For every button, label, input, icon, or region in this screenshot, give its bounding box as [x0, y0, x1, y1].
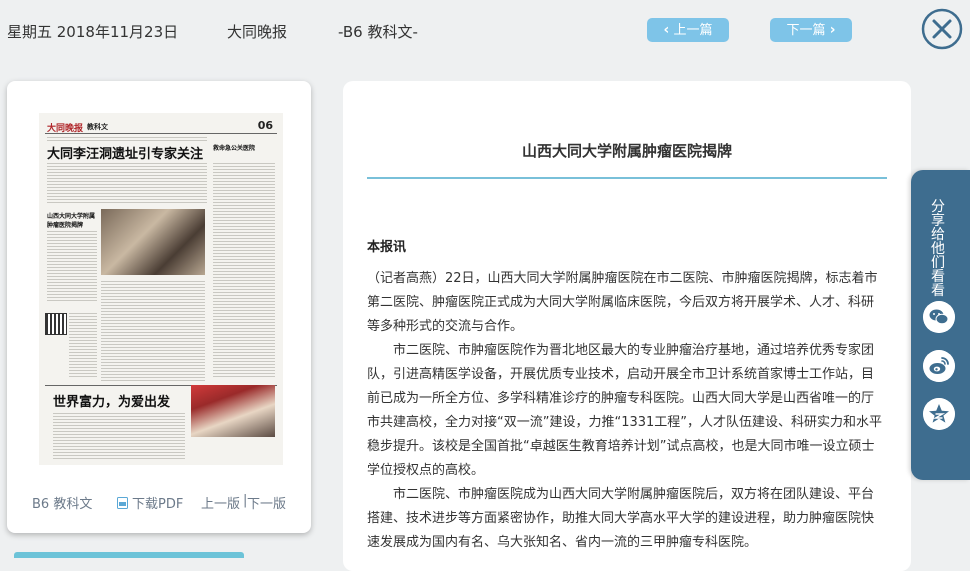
- next-page-link[interactable]: 下一版: [247, 493, 286, 512]
- thumb-text: [47, 163, 207, 203]
- next-article-button[interactable]: 下一篇 ›: [770, 18, 852, 42]
- issue-date: 星期五 2018年11月23日: [7, 23, 179, 41]
- next-article-label: 下一篇: [786, 23, 826, 38]
- article-paragraph: 市二医院、市肿瘤医院作为晋北地区最大的专业肿瘤治疗基地，通过培养优秀专家团队，引…: [367, 343, 883, 478]
- title-divider: [367, 177, 887, 179]
- thumb-text: [47, 231, 97, 303]
- thumb-section: 教科文: [87, 123, 108, 131]
- thumb-text: [53, 413, 185, 459]
- wechat-icon[interactable]: [923, 301, 955, 333]
- thumb-big-headline: 世界富力，为爱出发: [53, 395, 171, 410]
- qzone-icon[interactable]: [923, 398, 955, 430]
- article-panel: 山西大同大学附属肿瘤医院揭牌 本报讯 （记者高燕）22日，山西大同大学附属肿瘤医…: [343, 81, 911, 571]
- current-page-label: B6 教科文: [32, 497, 93, 512]
- article-paragraph: （记者高燕）22日，山西大同大学附属肿瘤医院在市二医院、市肿瘤医院揭牌，标志着市…: [367, 271, 878, 334]
- page-preview-panel: 大同晚报 教科文 06 大同李汪洞遗址引专家关注 山西大同大学附属肿瘤医院揭牌 …: [7, 81, 311, 533]
- chevron-left-icon: ‹: [663, 22, 670, 38]
- thumb-page-number: 06: [257, 119, 273, 132]
- prev-article-label: 上一篇: [673, 23, 713, 38]
- chevron-right-icon: ›: [829, 22, 836, 38]
- article-byline: 本报讯: [367, 240, 407, 255]
- page-section: -B6 教科文-: [338, 23, 418, 41]
- newspaper-name: 大同晚报: [227, 23, 288, 41]
- thumb-text: [69, 313, 97, 379]
- weibo-icon[interactable]: [923, 350, 955, 382]
- download-pdf-link[interactable]: 下载PDF: [117, 493, 183, 512]
- article-paragraph: 市二医院、市肿瘤医院成为山西大同大学附属肿瘤医院后，双方将在团队建设、平台搭建、…: [367, 487, 875, 550]
- thumb-rule: [45, 133, 277, 134]
- article-title: 山西大同大学附属肿瘤医院揭牌: [521, 142, 732, 160]
- qr-code: [45, 313, 67, 335]
- pdf-icon: [117, 497, 128, 509]
- top-bar: 星期五 2018年11月23日 大同晚报 -B6 教科文- ‹ 上一篇 下一篇 …: [0, 0, 970, 62]
- thumb-sidehead: 救命急公关医院: [213, 145, 256, 152]
- close-icon[interactable]: [921, 8, 963, 50]
- thumb-photo: [191, 385, 275, 437]
- download-pdf-label: 下载PDF: [132, 497, 184, 512]
- page-footer-links: B6 教科文 下载PDF 上一版 | 下一版: [7, 493, 311, 513]
- thumb-photo: [101, 209, 205, 275]
- bottom-thumbnail-edge: [14, 552, 244, 558]
- prev-article-button[interactable]: ‹ 上一篇: [647, 18, 729, 42]
- thumb-text: [213, 163, 275, 379]
- thumb-headline: 大同李汪洞遗址引专家关注: [47, 147, 204, 162]
- article-body: （记者高燕）22日，山西大同大学附属肿瘤医院在市二医院、市肿瘤医院揭牌，标志着市…: [367, 267, 883, 555]
- share-panel: 分享给他们看看: [911, 170, 970, 480]
- prev-page-link[interactable]: 上一版: [201, 493, 240, 512]
- thumb-sidehead: 山西大同大学附属肿瘤医院揭牌: [47, 213, 96, 229]
- share-label: 分享给他们看看: [931, 199, 945, 299]
- newspaper-page-thumbnail[interactable]: 大同晚报 教科文 06 大同李汪洞遗址引专家关注 山西大同大学附属肿瘤医院揭牌 …: [39, 113, 283, 465]
- thumb-text: [101, 281, 205, 381]
- thumb-text: [47, 137, 207, 141]
